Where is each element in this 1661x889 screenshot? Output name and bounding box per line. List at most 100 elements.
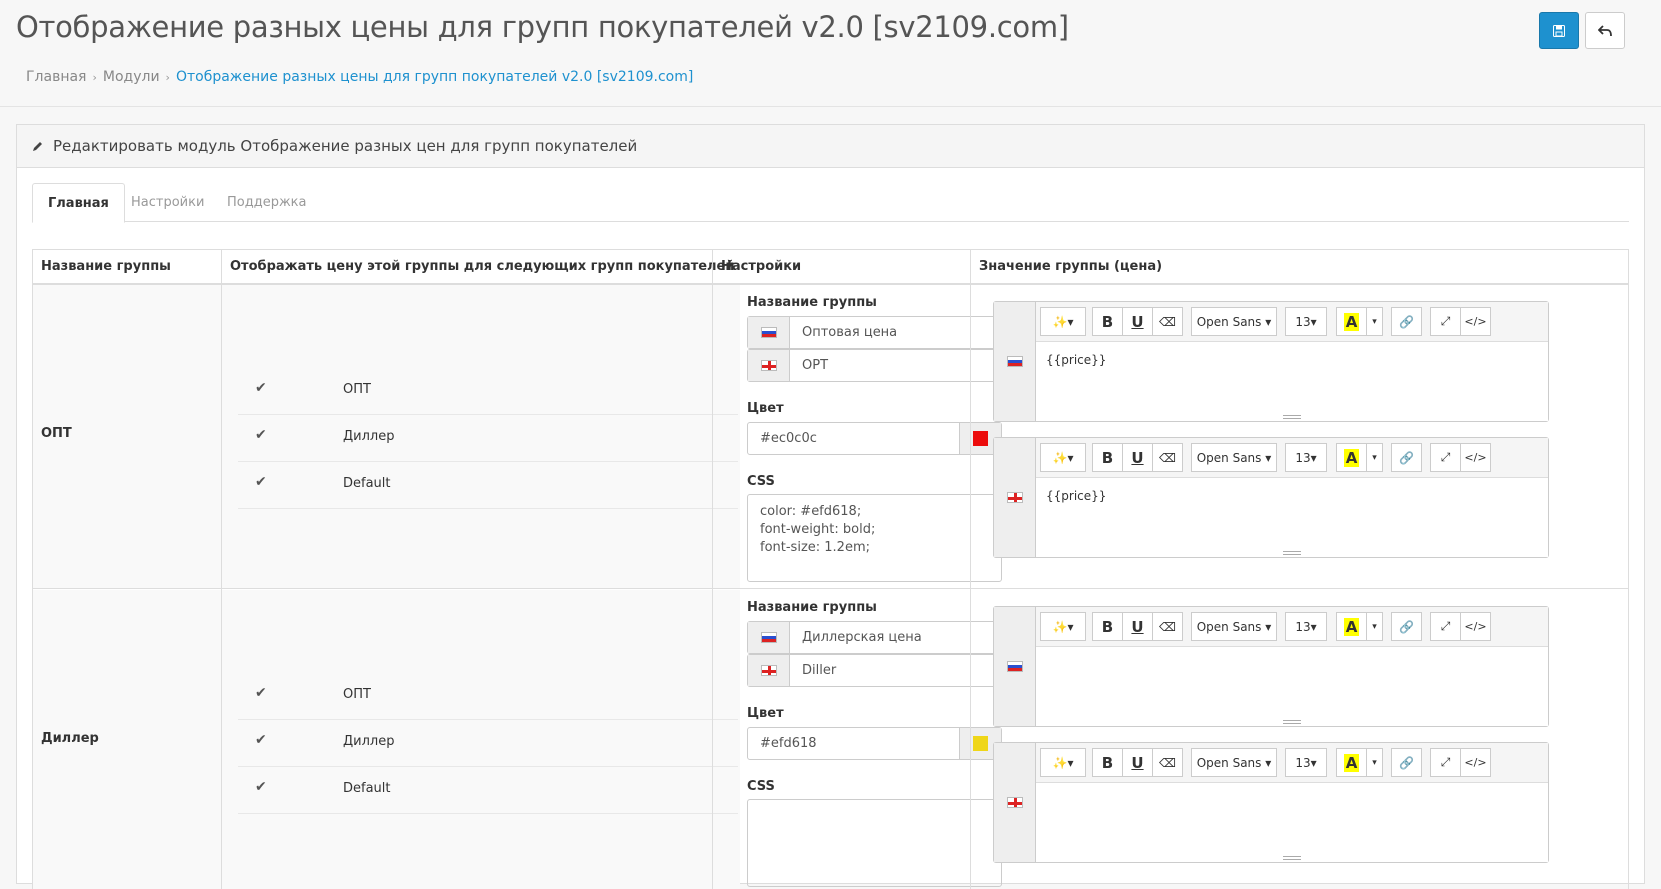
fullscreen-icon[interactable]: ⤢ [1430, 612, 1461, 641]
check-item[interactable]: ✔ ОПТ [238, 368, 738, 415]
magic-wand-icon[interactable]: ✨▾ [1040, 307, 1086, 336]
name-label: Название группы [747, 600, 877, 615]
highlight-dropdown-icon[interactable]: ▾ [1366, 443, 1383, 472]
bold-button[interactable]: B [1092, 443, 1123, 472]
font-select[interactable]: Open Sans ▾ [1191, 748, 1277, 777]
size-select[interactable]: 13 ▾ [1285, 443, 1327, 472]
bold-button[interactable]: B [1092, 612, 1123, 641]
underline-button[interactable]: U [1122, 307, 1153, 336]
resize-handle[interactable] [1283, 415, 1301, 419]
font-select[interactable]: Open Sans ▾ [1191, 612, 1277, 641]
breadcrumb-home[interactable]: Главная [26, 69, 86, 85]
back-button[interactable] [1585, 12, 1625, 49]
check-item[interactable]: ✔ Диллер [238, 415, 738, 462]
breadcrumb-modules[interactable]: Модули [103, 69, 160, 85]
panel-heading: Редактировать модуль Отображение разных … [17, 125, 1644, 168]
checkbox-checked-icon[interactable]: ✔ [255, 779, 267, 795]
size-select[interactable]: 13 ▾ [1285, 307, 1327, 336]
link-icon[interactable]: 🔗 [1391, 748, 1422, 777]
fullscreen-icon[interactable]: ⤢ [1430, 443, 1461, 472]
fullscreen-icon[interactable]: ⤢ [1430, 307, 1461, 336]
checkbox-checked-icon[interactable]: ✔ [255, 685, 267, 701]
check-label: Default [343, 781, 391, 796]
color-swatch [973, 431, 988, 446]
name-input-en[interactable]: OPT [747, 349, 1002, 382]
color-value[interactable]: #ec0c0c [748, 423, 959, 454]
tab-support[interactable]: Поддержка [212, 183, 322, 222]
bold-button[interactable]: B [1092, 748, 1123, 777]
code-view-button[interactable]: </> [1460, 748, 1491, 777]
font-name: Open Sans [1196, 755, 1262, 770]
resize-handle[interactable] [1283, 856, 1301, 860]
checkbox-checked-icon[interactable]: ✔ [255, 427, 267, 443]
size-select[interactable]: 13 ▾ [1285, 612, 1327, 641]
tab-main[interactable]: Главная [32, 183, 125, 223]
code-view-button[interactable]: </> [1460, 612, 1491, 641]
highlight-button[interactable]: A [1336, 748, 1367, 777]
checkbox-checked-icon[interactable]: ✔ [255, 380, 267, 396]
check-item[interactable]: ✔ ОПТ [238, 673, 738, 720]
checkbox-checked-icon[interactable]: ✔ [255, 732, 267, 748]
tab-settings[interactable]: Настройки [116, 183, 219, 222]
css-textarea[interactable] [747, 799, 1002, 887]
font-select[interactable]: Open Sans ▾ [1191, 307, 1277, 336]
highlight-dropdown-icon[interactable]: ▾ [1366, 307, 1383, 336]
bold-button[interactable]: B [1092, 307, 1123, 336]
fullscreen-icon[interactable]: ⤢ [1430, 748, 1461, 777]
size-select[interactable]: 13 ▾ [1285, 748, 1327, 777]
editor-content[interactable] [1036, 647, 1548, 669]
eraser-icon[interactable]: ⌫ [1152, 748, 1183, 777]
code-view-button[interactable]: </> [1460, 307, 1491, 336]
editor-content[interactable] [1036, 783, 1548, 805]
color-input[interactable]: #efd618 [747, 727, 1002, 760]
flag-gb-icon [748, 350, 790, 381]
group-name: Диллер [41, 731, 99, 746]
eraser-icon[interactable]: ⌫ [1152, 612, 1183, 641]
editor-content[interactable]: {{price}} [1036, 478, 1548, 514]
font-name: Open Sans [1196, 450, 1262, 465]
breadcrumb-current[interactable]: Отображение разных цены для групп покупа… [176, 69, 693, 85]
check-item[interactable]: ✔ Default [238, 462, 738, 509]
eraser-icon[interactable]: ⌫ [1152, 443, 1183, 472]
magic-wand-icon[interactable]: ✨▾ [1040, 443, 1086, 472]
link-icon[interactable]: 🔗 [1391, 307, 1422, 336]
underline-button[interactable]: U [1122, 612, 1153, 641]
highlight-letter: A [1343, 448, 1360, 467]
font-size: 13 [1295, 450, 1311, 465]
link-icon[interactable]: 🔗 [1391, 443, 1422, 472]
name-input-ru[interactable]: Диллерская цена [747, 621, 1002, 654]
magic-wand-icon[interactable]: ✨▾ [1040, 612, 1086, 641]
flag-ru-icon [994, 607, 1036, 726]
highlight-button[interactable]: A [1336, 307, 1367, 336]
resize-handle[interactable] [1283, 551, 1301, 555]
underline-button[interactable]: U [1122, 748, 1153, 777]
editor-content[interactable]: {{price}} [1036, 342, 1548, 378]
check-item[interactable]: ✔ Диллер [238, 720, 738, 767]
resize-handle[interactable] [1283, 720, 1301, 724]
font-select[interactable]: Open Sans ▾ [1191, 443, 1277, 472]
highlight-button[interactable]: A [1336, 612, 1367, 641]
eraser-icon[interactable]: ⌫ [1152, 307, 1183, 336]
css-textarea[interactable]: color: #efd618; font-weight: bold; font-… [747, 494, 1002, 582]
code-view-button[interactable]: </> [1460, 443, 1491, 472]
reply-icon [1598, 24, 1612, 36]
checkbox-checked-icon[interactable]: ✔ [255, 474, 267, 490]
font-size: 13 [1295, 755, 1311, 770]
flag-gb-icon [994, 438, 1036, 557]
name-input-ru[interactable]: Оптовая цена [747, 316, 1002, 349]
highlight-dropdown-icon[interactable]: ▾ [1366, 748, 1383, 777]
highlight-dropdown-icon[interactable]: ▾ [1366, 612, 1383, 641]
highlight-button[interactable]: A [1336, 443, 1367, 472]
color-input[interactable]: #ec0c0c [747, 422, 1002, 455]
link-icon[interactable]: 🔗 [1391, 612, 1422, 641]
color-swatch [973, 736, 988, 751]
color-value[interactable]: #efd618 [748, 728, 959, 759]
underline-button[interactable]: U [1122, 443, 1153, 472]
css-line: color: #efd618; [760, 504, 862, 519]
save-icon [1553, 24, 1565, 37]
color-label: Цвет [747, 706, 784, 721]
check-item[interactable]: ✔ Default [238, 767, 738, 814]
save-button[interactable] [1539, 12, 1579, 49]
name-input-en[interactable]: Diller [747, 654, 1002, 687]
magic-wand-icon[interactable]: ✨▾ [1040, 748, 1086, 777]
